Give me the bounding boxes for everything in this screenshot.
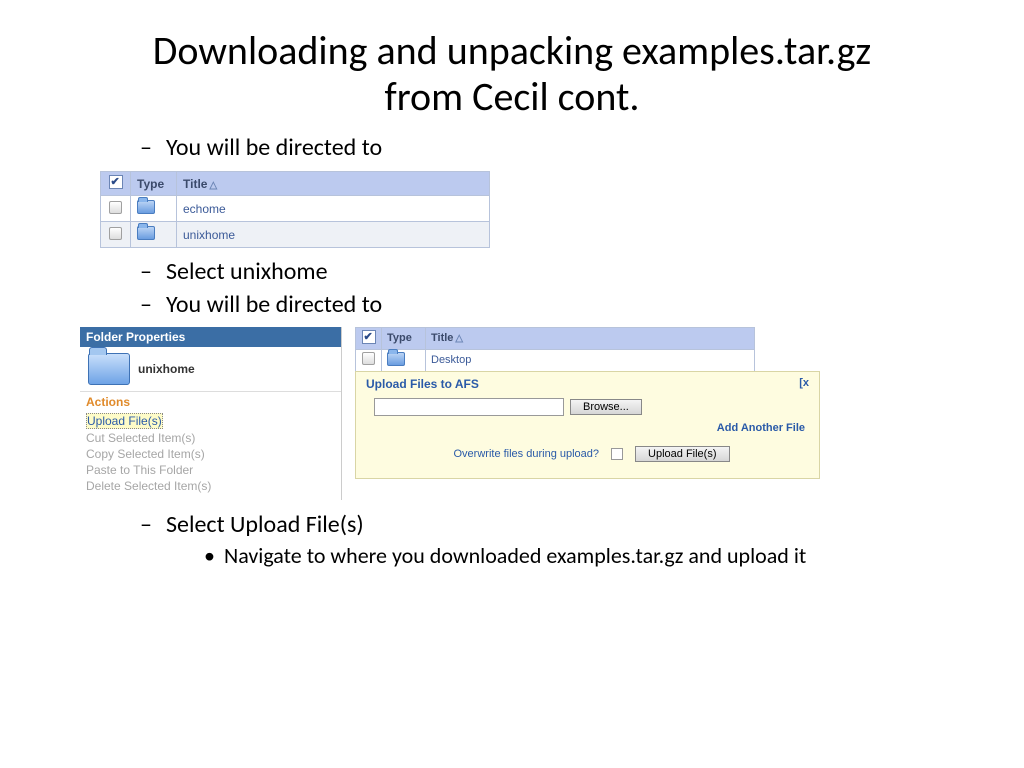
upload-files-button[interactable]: Upload File(s) <box>635 446 729 462</box>
header-title[interactable]: Title△ <box>426 327 755 349</box>
check-icon <box>362 330 376 344</box>
action-upload[interactable]: Upload File(s) <box>86 413 163 429</box>
folder-contents-table: Type Title△ Desktop <box>355 327 755 372</box>
folder-listing-table: Type Title△ echome unixhome <box>100 171 490 248</box>
overwrite-checkbox[interactable] <box>611 448 623 460</box>
checkbox-icon[interactable] <box>362 352 375 365</box>
file-path-input[interactable] <box>374 398 564 416</box>
row-title[interactable]: echome <box>177 196 490 222</box>
bullet: You will be directed to <box>140 132 944 163</box>
add-another-file-link[interactable]: Add Another File <box>717 422 805 434</box>
header-check-cell[interactable] <box>356 327 382 349</box>
slide-title: Downloading and unpacking examples.tar.g… <box>122 28 902 120</box>
header-type[interactable]: Type <box>131 172 177 196</box>
header-type[interactable]: Type <box>382 327 426 349</box>
folder-with-upload-screenshot: Folder Properties unixhome Actions Uploa… <box>80 327 760 497</box>
folder-icon <box>387 352 405 366</box>
action-copy[interactable]: Copy Selected Item(s) <box>80 446 337 462</box>
folder-name: unixhome <box>138 362 195 376</box>
close-icon[interactable]: [x <box>799 377 809 391</box>
sub-bullet: Navigate to where you downloaded example… <box>204 542 944 571</box>
overwrite-label: Overwrite files during upload? <box>454 448 600 460</box>
folder-icon <box>137 200 155 214</box>
action-paste[interactable]: Paste to This Folder <box>80 462 337 478</box>
sort-asc-icon: △ <box>209 180 217 191</box>
checkbox-icon[interactable] <box>109 201 122 214</box>
checkbox-icon[interactable] <box>109 227 122 240</box>
check-icon <box>109 175 123 189</box>
upload-dialog-title: Upload Files to AFS <box>366 377 479 391</box>
actions-header: Actions <box>80 391 341 412</box>
bullet: Select unixhome <box>140 256 944 287</box>
table-row[interactable]: Desktop <box>356 349 755 371</box>
browse-button[interactable]: Browse... <box>570 399 642 415</box>
row-title[interactable]: unixhome <box>177 222 490 248</box>
table-row[interactable]: echome <box>101 196 490 222</box>
table-row[interactable]: unixhome <box>101 222 490 248</box>
folder-icon <box>88 353 130 385</box>
action-cut[interactable]: Cut Selected Item(s) <box>80 430 337 446</box>
properties-header: Folder Properties <box>80 327 341 347</box>
bullet: Select Upload File(s) Navigate to where … <box>140 509 944 571</box>
header-title[interactable]: Title△ <box>177 172 490 196</box>
sort-asc-icon: △ <box>455 333 463 344</box>
header-check-cell[interactable] <box>101 172 131 196</box>
folder-properties-panel: Folder Properties unixhome Actions Uploa… <box>80 327 342 500</box>
folder-icon <box>137 226 155 240</box>
row-title[interactable]: Desktop <box>426 349 755 371</box>
upload-dialog: Upload Files to AFS [x Browse... Add Ano… <box>355 371 820 479</box>
bullet: You will be directed to <box>140 289 944 320</box>
action-delete[interactable]: Delete Selected Item(s) <box>80 478 337 494</box>
